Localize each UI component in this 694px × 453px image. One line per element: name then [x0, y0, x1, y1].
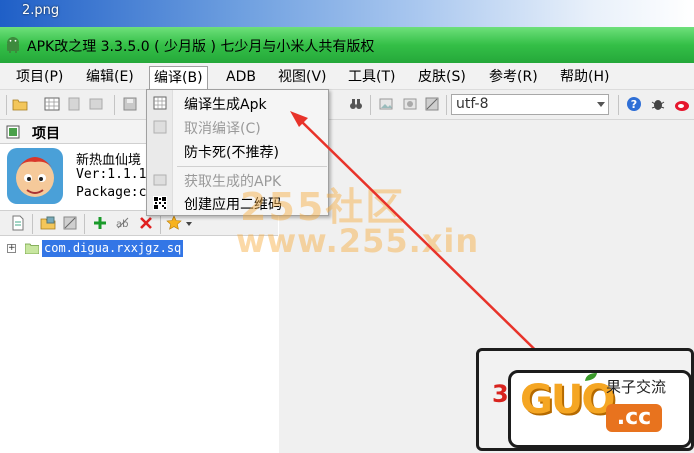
site-logo-stamp: 3 GUO 果子交流 .cc [470, 346, 694, 453]
image-tool-icon[interactable] [62, 215, 78, 231]
menu-bar: 项目(P) 编辑(E) 编译(B) ADB 视图(V) 工具(T) 皮肤(S) … [0, 63, 694, 90]
menu-adb[interactable]: ADB [222, 67, 260, 87]
menu-project[interactable]: 项目(P) [12, 67, 67, 87]
main-toolbar: utf-8 ? [0, 90, 694, 120]
image-tool-icon[interactable] [378, 96, 394, 112]
weibo-icon[interactable] [674, 96, 690, 112]
menu-tools[interactable]: 工具(T) [344, 67, 399, 87]
menu-view[interactable]: 视图(V) [274, 67, 331, 87]
toolbar-separator [84, 214, 85, 234]
stamp-number: 3 [492, 380, 509, 408]
desktop-background: 2.png [0, 0, 694, 27]
encoding-select[interactable]: utf-8 [451, 94, 609, 115]
favorite-star-icon[interactable] [166, 215, 182, 231]
open-image-icon[interactable] [40, 215, 56, 231]
leaf-icon [585, 373, 597, 381]
menu-item-label: 取消编译(C) [184, 121, 261, 137]
stamp-brand: GUO [520, 377, 615, 423]
menu-skin[interactable]: 皮肤(S) [414, 67, 470, 87]
save-icon[interactable] [122, 96, 138, 112]
image-tool-icon[interactable] [424, 96, 440, 112]
encoding-value: utf-8 [456, 96, 489, 112]
chevron-down-icon [597, 102, 605, 107]
project-icon [6, 125, 20, 139]
help-icon[interactable]: ? [626, 96, 642, 112]
image-tool-icon[interactable] [402, 96, 418, 112]
menu-separator [177, 166, 327, 167]
title-bar: APK改之理 3.3.5.0 ( 少月版 ) 七少月与小米人共有版权 [0, 27, 694, 63]
project-panel-title: 项目 [32, 126, 60, 142]
svg-text:?: ? [631, 98, 637, 111]
delete-icon[interactable] [138, 215, 154, 231]
menu-item-build-apk[interactable]: 编译生成Apk [147, 92, 328, 114]
stamp-slogan: 果子交流 [606, 378, 667, 396]
menu-reference[interactable]: 参考(R) [485, 67, 542, 87]
app-version: Ver:1.1.1 [76, 167, 147, 182]
build-apk-icon [153, 96, 167, 110]
menu-item-label: 编译生成Apk [184, 97, 267, 113]
menu-edit[interactable]: 编辑(E) [82, 67, 138, 87]
watermark-url: www.255.xin [236, 222, 480, 260]
toolbar-separator [370, 95, 371, 115]
android-icon [7, 37, 19, 53]
game-app-icon [7, 148, 63, 204]
bug-icon[interactable] [650, 96, 666, 112]
project-tree: + com.digua.rxxjgz.sq [0, 236, 278, 453]
toolbar-separator [114, 95, 115, 115]
chevron-down-icon[interactable] [184, 215, 194, 231]
binoculars-icon[interactable] [348, 96, 364, 112]
get-apk-icon [153, 174, 167, 186]
svg-text:ab: ab [116, 219, 128, 230]
cancel-build-icon [153, 120, 167, 134]
add-icon[interactable] [92, 215, 108, 231]
rename-icon[interactable]: ab [115, 215, 131, 231]
build-grid-icon[interactable] [44, 96, 60, 112]
folder-icon [25, 243, 39, 254]
document-icon[interactable] [10, 215, 26, 231]
toolbar-separator [6, 95, 7, 115]
tree-expand-icon[interactable]: + [7, 244, 16, 253]
app-package: Package:c [76, 185, 147, 200]
menu-build[interactable]: 编译(B) [149, 66, 208, 90]
menu-item-cancel-build[interactable]: 取消编译(C) [147, 116, 328, 138]
stamp-domain: .cc [606, 404, 662, 432]
menu-item-label: 防卡死(不推荐) [184, 145, 279, 161]
menu-item-anti-freeze[interactable]: 防卡死(不推荐) [147, 140, 328, 162]
menu-help[interactable]: 帮助(H) [556, 67, 613, 87]
disabled-tool-icon[interactable] [88, 96, 104, 112]
open-folder-icon[interactable] [12, 96, 28, 112]
toolbar-separator [446, 95, 447, 115]
background-filename: 2.png [22, 3, 60, 18]
qr-code-icon [153, 196, 167, 210]
app-name: 新热血仙境 [76, 153, 142, 168]
toolbar-separator [160, 214, 161, 234]
toolbar-separator [32, 214, 33, 234]
disabled-tool-icon[interactable] [66, 96, 82, 112]
toolbar-separator [618, 95, 619, 115]
tree-item-package[interactable]: com.digua.rxxjgz.sq [42, 240, 184, 257]
window-title: APK改之理 3.3.5.0 ( 少月版 ) 七少月与小米人共有版权 [27, 39, 375, 55]
